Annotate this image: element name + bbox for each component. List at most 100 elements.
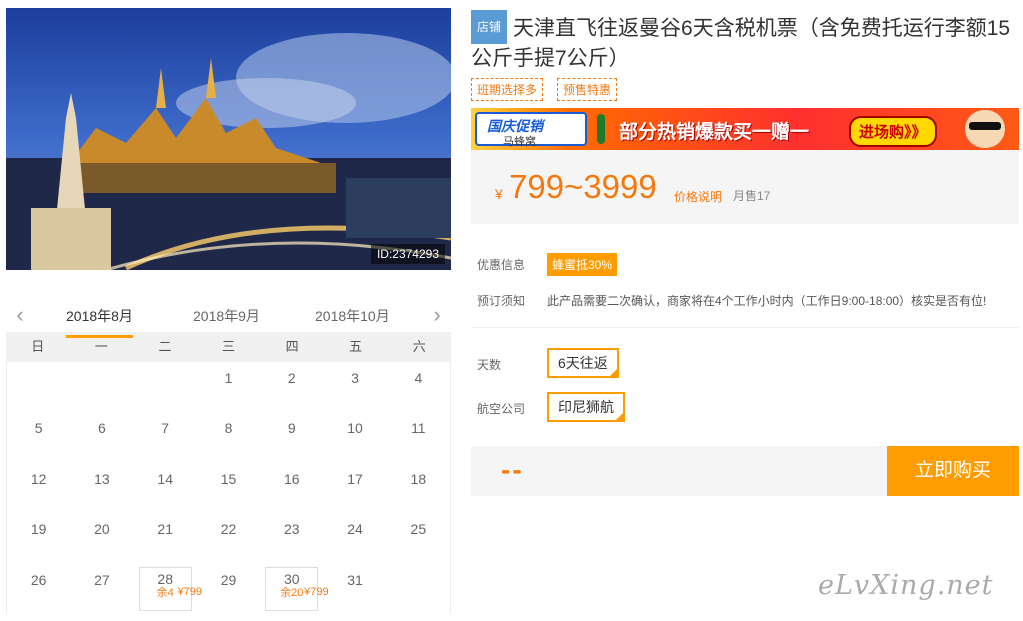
tab-month-sep[interactable]: 2018年9月 [193, 306, 260, 326]
day-number: 14 [157, 470, 173, 487]
calendar-day: 22 [197, 513, 260, 563]
chevron-left-icon[interactable]: ‹ [10, 302, 30, 328]
day-number: 5 [34, 420, 43, 437]
cactus-icon [597, 114, 605, 144]
airline-label: 航空公司 [477, 402, 526, 416]
day-number: 27 [94, 571, 110, 588]
calendar-day: 26 [7, 564, 70, 614]
weekday-label: 日 [31, 339, 45, 354]
day-number: 20 [94, 521, 110, 538]
calendar-day: 21 [134, 513, 197, 563]
days-option[interactable]: 6天往返 [547, 348, 619, 378]
day-number: 2 [287, 370, 296, 386]
weekday-label: 四 [285, 339, 299, 354]
day-number: 9 [287, 420, 296, 437]
discount-badge: 蜂蜜抵30% [547, 253, 618, 276]
calendar-day: 16 [260, 463, 323, 513]
day-number: 8 [224, 420, 233, 437]
promo-banner[interactable]: 国庆促销 马蜂窝 部分热销爆款买一赠一 进场购》》 [471, 108, 1019, 150]
divider [471, 327, 1019, 328]
date-calendar: ‹ 2018年8月 2018年9月 2018年10月 › 日 一 二 三 四 五… [6, 296, 451, 618]
calendar-day: 4 [387, 362, 450, 412]
day-number: 19 [30, 521, 47, 538]
promo-logo: 国庆促销 马蜂窝 [475, 112, 587, 148]
weekday-label: 三 [222, 339, 236, 354]
calendar-day: 29 [197, 564, 260, 614]
chevron-right-icon[interactable]: › [427, 302, 447, 328]
day-number: 22 [220, 521, 237, 538]
promo-cta-button[interactable]: 进场购》》 [849, 116, 937, 147]
day-number: 17 [347, 470, 363, 487]
discount-label: 优惠信息 [477, 258, 526, 272]
currency-symbol: ¥ [495, 186, 503, 202]
calendar-day: 27 [70, 564, 133, 614]
day-number: 23 [283, 521, 300, 538]
day-number: 4 [414, 370, 423, 386]
month-nav: ‹ 2018年8月 2018年9月 2018年10月 › [6, 296, 451, 338]
price-range: 799~3999 [509, 168, 657, 205]
day-number: 29 [220, 571, 237, 588]
day-number: 7 [161, 420, 170, 437]
calendar-day: 8 [197, 412, 260, 462]
day-number: 31 [347, 571, 363, 588]
calendar-day: 14 [134, 463, 197, 513]
calendar-day[interactable]: 28 ¥799 余4 [138, 566, 202, 611]
calendar-day: 11 [387, 412, 450, 462]
day-number: 3 [351, 370, 359, 386]
watermark: eLvXing.net [818, 570, 994, 601]
day-number: 1 [224, 370, 233, 386]
tag-schedule: 班期选择多 [471, 78, 544, 101]
calendar-day: 12 [7, 463, 70, 513]
promo-headline: 部分热销爆款买一赠一 [619, 122, 810, 143]
calendar-day: 10 [323, 412, 386, 462]
calendar-grid: 1 2 3 4 5 6 7 8 9 10 11 12 13 14 15 16 17 18 19 20 21 22 23 24 2… [6, 362, 451, 614]
tab-month-aug[interactable]: 2018年8月 [66, 306, 133, 338]
calendar-day: 3 [323, 362, 386, 412]
calendar-day: 25 [387, 513, 450, 563]
calendar-day: 13 [70, 463, 133, 513]
weekday-label: 二 [158, 339, 172, 354]
calendar-day[interactable]: 30 ¥799 余20 [265, 566, 329, 611]
shop-badge[interactable]: 店铺 [471, 10, 508, 44]
day-number: 10 [347, 420, 363, 437]
buy-now-button[interactable]: 立即购买 [887, 446, 1019, 496]
day-number: 30 [283, 570, 300, 587]
day-number: 21 [157, 521, 173, 538]
temple-night-scene [6, 8, 451, 270]
price-box: ¥ 799~3999 价格说明 月售17 [471, 150, 1019, 224]
day-number: 24 [347, 521, 363, 538]
monthly-sales: 月售17 [733, 189, 771, 203]
booking-label: 预订须知 [477, 294, 526, 308]
calendar-day: 5 [7, 412, 70, 462]
day-number: 12 [30, 470, 47, 487]
day-number: 13 [94, 470, 110, 487]
calendar-day: 9 [260, 412, 323, 462]
day-number: 11 [411, 420, 426, 437]
airline-option[interactable]: 印尼狮航 [547, 392, 625, 422]
calendar-day: 6 [70, 412, 133, 462]
product-title-text: 天津直飞往返曼谷6天含税机票（含免费托运行李额15公斤手提7公斤） [471, 17, 1011, 70]
buy-bar: -- 立即购买 [471, 446, 1019, 496]
calendar-day: 24 [323, 513, 386, 563]
calendar-day: 15 [197, 463, 260, 513]
price-note-link[interactable]: 价格说明 [674, 188, 722, 205]
calendar-empty-cell [7, 362, 70, 412]
product-header: 店铺 天津直飞往返曼谷6天含税机票（含免费托运行李额15公斤手提7公斤） [471, 10, 1019, 74]
image-id-label: ID:2374293 [370, 244, 445, 264]
product-tags: 班期选择多 预售特惠 [471, 78, 618, 101]
calendar-day: 20 [70, 513, 133, 563]
booking-note: 此产品需要二次确认，商家将在4个工作小时内（工作日9:00-18:00）核实是否… [547, 294, 987, 308]
weekday-label: 五 [349, 339, 363, 354]
calendar-day: 19 [7, 513, 70, 563]
calendar-day: 17 [323, 463, 386, 513]
calendar-day: 7 [134, 412, 197, 462]
day-number: 18 [410, 470, 427, 487]
sunglasses-icon [969, 122, 1001, 130]
day-number: 16 [283, 470, 300, 487]
calendar-day: 1 [197, 362, 260, 412]
day-number: 25 [410, 521, 427, 538]
calendar-day: 18 [387, 463, 450, 513]
tab-month-oct[interactable]: 2018年10月 [315, 306, 390, 326]
calendar-day: 31 [323, 564, 386, 614]
days-label: 天数 [477, 358, 502, 372]
